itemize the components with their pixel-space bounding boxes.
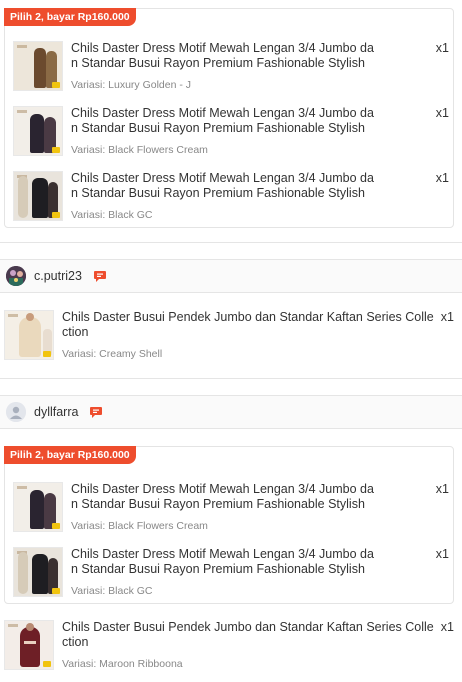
item-quantity: x1	[435, 547, 449, 561]
item-quantity: x1	[440, 310, 454, 324]
chat-icon[interactable]	[90, 407, 102, 418]
order-item[interactable]: Chils Daster Dress Motif Mewah Lengan 3/…	[13, 106, 449, 162]
item-quantity: x1	[435, 482, 449, 496]
product-title[interactable]: Chils Daster Dress Motif Mewah Lengan 3/…	[71, 547, 377, 577]
product-thumbnail[interactable]	[13, 547, 63, 597]
user-photo-avatar-icon[interactable]	[6, 266, 26, 286]
product-thumbnail[interactable]	[13, 106, 63, 156]
product-thumbnail[interactable]	[4, 310, 54, 360]
product-title[interactable]: Chils Daster Dress Motif Mewah Lengan 3/…	[71, 482, 377, 512]
order-item[interactable]: Chils Daster Dress Motif Mewah Lengan 3/…	[13, 171, 449, 227]
order-item[interactable]: Chils Daster Dress Motif Mewah Lengan 3/…	[13, 41, 449, 97]
product-thumbnail[interactable]	[4, 620, 54, 670]
seller-header[interactable]: dyllfarra	[0, 395, 462, 429]
chat-icon[interactable]	[94, 271, 106, 282]
product-title[interactable]: Chils Daster Dress Motif Mewah Lengan 3/…	[71, 171, 377, 201]
order-item[interactable]: Chils Daster Dress Motif Mewah Lengan 3/…	[13, 547, 449, 603]
default-user-avatar-icon[interactable]	[6, 402, 26, 422]
item-quantity: x1	[435, 41, 449, 55]
item-variant: Variasi: Black Flowers Cream	[71, 144, 208, 156]
product-title[interactable]: Chils Daster Dress Motif Mewah Lengan 3/…	[71, 106, 377, 136]
seller-name[interactable]: dyllfarra	[34, 405, 78, 419]
order-item[interactable]: Chils Daster Dress Motif Mewah Lengan 3/…	[13, 482, 449, 538]
bundle-card: Pilih 2, bayar Rp160.000 Chils Daster Dr…	[4, 8, 454, 228]
product-thumbnail[interactable]	[13, 482, 63, 532]
item-quantity: x1	[440, 620, 454, 634]
product-thumbnail[interactable]	[13, 171, 63, 221]
bundle-card: Pilih 2, bayar Rp160.000 Chils Daster Dr…	[4, 446, 454, 604]
item-quantity: x1	[435, 171, 449, 185]
order-item[interactable]: Chils Daster Busui Pendek Jumbo dan Stan…	[4, 620, 454, 676]
item-variant: Variasi: Black GC	[71, 209, 153, 221]
product-title[interactable]: Chils Daster Busui Pendek Jumbo dan Stan…	[62, 620, 436, 650]
bundle-promo-badge: Pilih 2, bayar Rp160.000	[4, 446, 136, 464]
product-title[interactable]: Chils Daster Dress Motif Mewah Lengan 3/…	[71, 41, 377, 71]
item-quantity: x1	[435, 106, 449, 120]
item-variant: Variasi: Black Flowers Cream	[71, 520, 208, 532]
product-title[interactable]: Chils Daster Busui Pendek Jumbo dan Stan…	[62, 310, 436, 340]
seller-header[interactable]: c.putri23	[0, 259, 462, 293]
section-divider	[0, 378, 462, 379]
item-variant: Variasi: Luxury Golden - J	[71, 79, 192, 91]
item-variant: Variasi: Maroon Ribboona	[62, 658, 183, 670]
section-divider	[0, 242, 462, 243]
product-thumbnail[interactable]	[13, 41, 63, 91]
seller-name[interactable]: c.putri23	[34, 269, 82, 283]
item-variant: Variasi: Black GC	[71, 585, 153, 597]
bundle-promo-badge: Pilih 2, bayar Rp160.000	[4, 8, 136, 26]
item-variant: Variasi: Creamy Shell	[62, 348, 163, 360]
order-item[interactable]: Chils Daster Busui Pendek Jumbo dan Stan…	[4, 310, 454, 366]
